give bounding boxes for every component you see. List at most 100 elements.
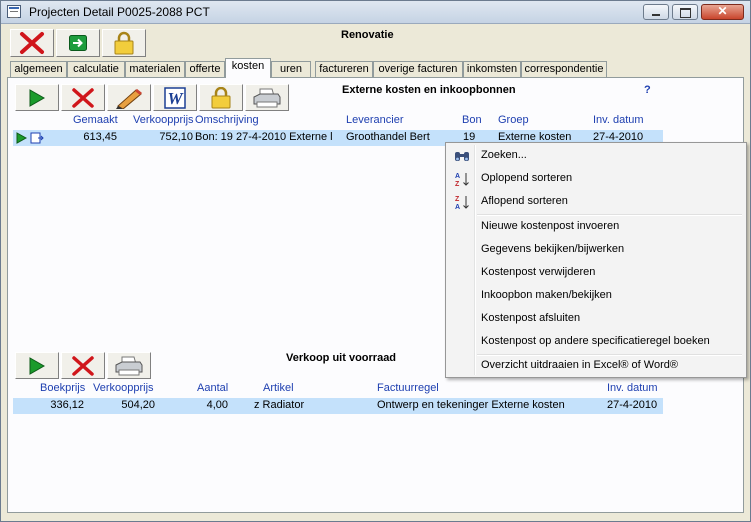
section-stock-sales-title: Verkoop uit voorraad (286, 352, 397, 364)
cell-boekprijs: 336,12 (50, 399, 84, 411)
menu-item-label: Inkoopbon maken/bekijken (481, 289, 612, 301)
edit-pencil-icon (116, 88, 142, 109)
play-icon (29, 356, 45, 375)
svg-text:A: A (455, 204, 460, 210)
svg-text:A: A (455, 173, 460, 180)
close-window-button[interactable]: ✕ (701, 4, 744, 20)
cell-factuurregel: Ontwerp en tekeninger Externe kosten (377, 399, 565, 411)
delete-stock-sale-button[interactable] (61, 352, 105, 379)
tab-overige-facturen[interactable]: overige facturen (373, 61, 463, 77)
printer-icon (115, 356, 143, 375)
window-title: Projecten Detail P0025-2088 PCT (29, 5, 210, 19)
maximize-button[interactable] (672, 4, 698, 20)
word-icon: W (164, 86, 186, 109)
menu-item-label: Overzicht uitdraaien in Excel® of Word® (481, 359, 678, 371)
help-link[interactable]: ? (644, 84, 651, 96)
lock-icon (114, 31, 134, 55)
menu-item-kostenpost-verwijderen[interactable]: Kostenpost verwijderen (448, 262, 744, 284)
section-external-costs-title: Externe kosten en inkoopbonnen (342, 84, 516, 96)
cell-artikel: z Radiator (254, 399, 305, 411)
tab-kosten[interactable]: kosten (225, 58, 271, 78)
col-aantal[interactable]: Aantal (197, 382, 228, 394)
menu-item-label: Kostenpost afsluiten (481, 312, 581, 324)
delete-icon (72, 87, 94, 108)
col-factuurregel[interactable]: Factuurregel (377, 382, 439, 394)
col-inv-datum-2[interactable]: Inv. datum (607, 382, 658, 394)
menu-item-label: Gegevens bekijken/bijwerken (481, 243, 625, 255)
table-row[interactable]: 336,12 504,20 4,00 z Radiator Ontwerp en… (13, 398, 663, 414)
row-document-icon[interactable] (30, 132, 44, 144)
tab-correspondentie[interactable]: correspondentie (521, 61, 607, 77)
menu-item-aflopend-sorteren[interactable]: ZA Aflopend sorteren (448, 191, 744, 213)
col-groep[interactable]: Groep (498, 114, 529, 126)
tab-algemeen[interactable]: algemeen (10, 61, 67, 77)
print-stock-sale-button[interactable] (107, 352, 151, 379)
open-cost-button[interactable] (15, 84, 59, 111)
cell-verkoopprijs: 752,10 (159, 131, 193, 143)
cell-verkoopprijs: 504,20 (121, 399, 155, 411)
delete-icon (72, 355, 94, 376)
menu-item-label: Oplopend sorteren (481, 172, 573, 184)
go-button[interactable] (56, 29, 100, 57)
lock-project-button[interactable] (102, 29, 146, 57)
cell-gemaakt: 613,45 (83, 131, 117, 143)
play-icon (29, 88, 45, 107)
menu-item-label: Nieuwe kostenpost invoeren (481, 220, 620, 232)
col-gemaakt[interactable]: Gemaakt (73, 114, 118, 126)
delete-cost-button[interactable] (61, 84, 105, 111)
col-boekprijs[interactable]: Boekprijs (40, 382, 85, 394)
cell-omschrijving: Bon: 19 27-4-2010 Externe l (195, 131, 333, 143)
app-icon (7, 5, 21, 18)
menu-item-kostenpost-afsluiten[interactable]: Kostenpost afsluiten (448, 308, 744, 330)
title-bar[interactable]: Projecten Detail P0025-2088 PCT ✕ (1, 1, 750, 24)
col-inv-datum[interactable]: Inv. datum (593, 114, 644, 126)
menu-item-label: Kostenpost op andere specificatieregel b… (481, 335, 710, 347)
col-omschrijving[interactable]: Omschrijving (195, 114, 259, 126)
minimize-button[interactable] (643, 4, 669, 20)
tab-materialen[interactable]: materialen (125, 61, 185, 77)
tab-calculatie[interactable]: calculatie (67, 61, 125, 77)
print-cost-button[interactable] (245, 84, 289, 111)
menu-item-nieuwe-kostenpost[interactable]: Nieuwe kostenpost invoeren (448, 216, 744, 238)
word-export-button[interactable]: W (153, 84, 197, 111)
open-stock-sale-button[interactable] (15, 352, 59, 379)
go-icon (69, 35, 87, 51)
menu-item-oplopend-sorteren[interactable]: AZ Oplopend sorteren (448, 168, 744, 190)
edit-cost-button[interactable] (107, 84, 151, 111)
sort-descending-icon: ZA (455, 196, 469, 210)
project-detail-window: Projecten Detail P0025-2088 PCT ✕ Renova… (0, 0, 751, 522)
sort-ascending-icon: AZ (455, 173, 469, 187)
menu-item-gegevens-bekijken[interactable]: Gegevens bekijken/bijwerken (448, 239, 744, 261)
tab-factureren[interactable]: factureren (315, 61, 373, 77)
col-artikel[interactable]: Artikel (263, 382, 294, 394)
cell-aantal: 4,00 (206, 399, 228, 411)
close-icon: ✕ (717, 4, 728, 18)
printer-icon (253, 88, 281, 107)
menu-item-inkoopbon-maken[interactable]: Inkoopbon maken/bekijken (448, 285, 744, 307)
tab-inkomsten[interactable]: inkomsten (463, 61, 521, 77)
binoculars-icon (455, 152, 469, 161)
lock-icon (211, 86, 231, 108)
tab-offerte[interactable]: offerte (185, 61, 225, 77)
menu-item-label: Aflopend sorteren (481, 195, 568, 207)
menu-item-zoeken[interactable]: Zoeken... (448, 145, 744, 167)
delete-icon (20, 32, 44, 54)
tab-uren[interactable]: uren (271, 61, 311, 77)
col-verkoopprijs-2[interactable]: Verkoopprijs (93, 382, 154, 394)
svg-text:Z: Z (455, 181, 460, 187)
menu-item-label: Kostenpost verwijderen (481, 266, 596, 278)
menu-item-overzicht-uitdraaien[interactable]: Overzicht uitdraaien in Excel® of Word® (448, 355, 744, 377)
col-verkoopprijs[interactable]: Verkoopprijs (133, 114, 194, 126)
cell-inv-datum: 27-4-2010 (607, 399, 658, 411)
menu-item-andere-specificatieregel[interactable]: Kostenpost op andere specificatieregel b… (448, 331, 744, 353)
svg-text:W: W (167, 89, 184, 108)
svg-text:Z: Z (455, 196, 460, 203)
project-name: Renovatie (341, 29, 394, 41)
row-play-icon[interactable] (16, 132, 27, 144)
menu-item-label: Zoeken... (481, 149, 527, 161)
delete-project-button[interactable] (10, 29, 54, 57)
lock-cost-button[interactable] (199, 84, 243, 111)
col-leverancier[interactable]: Leverancier (346, 114, 403, 126)
col-bon[interactable]: Bon (462, 114, 482, 126)
context-menu: Zoeken... AZ Oplopend sorteren ZA Aflope… (445, 142, 747, 378)
